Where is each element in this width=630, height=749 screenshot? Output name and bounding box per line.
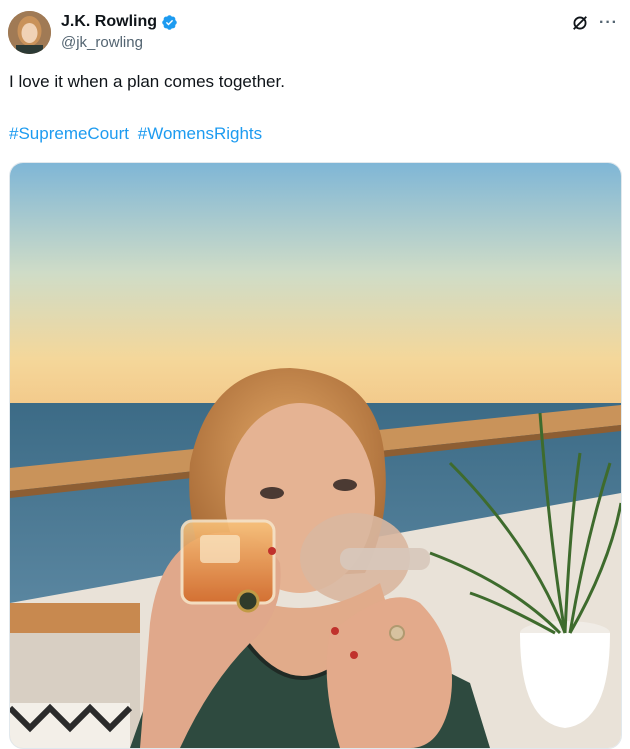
name-row: J.K. Rowling <box>61 12 178 32</box>
author-block: J.K. Rowling @jk_rowling <box>61 12 178 51</box>
grok-icon[interactable] <box>571 14 589 32</box>
tweet-photo[interactable] <box>9 162 622 749</box>
more-options-icon[interactable]: ··· <box>599 15 618 31</box>
author-handle[interactable]: @jk_rowling <box>61 34 178 51</box>
post: J.K. Rowling @jk_rowling ··· I love it w… <box>0 0 630 749</box>
verified-badge-icon <box>161 14 178 31</box>
tweet-text: I love it when a plan comes together. <box>9 72 285 91</box>
hashtag-row: #SupremeCourt #WomensRights <box>9 124 266 144</box>
hashtag-supremecourt[interactable]: #SupremeCourt <box>9 124 129 143</box>
hashtag-womensrights[interactable]: #WomensRights <box>138 124 262 143</box>
display-name[interactable]: J.K. Rowling <box>61 13 157 31</box>
tweet-actions-top: ··· <box>571 14 618 32</box>
avatar[interactable] <box>8 11 51 54</box>
